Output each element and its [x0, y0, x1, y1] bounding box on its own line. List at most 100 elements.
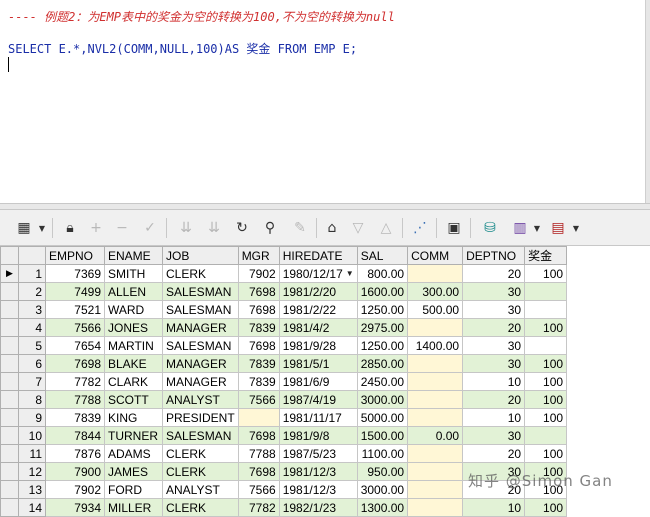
cell-comm[interactable] [407, 444, 464, 463]
filter-up-icon[interactable]: △ [376, 218, 396, 238]
cell-job[interactable]: CLERK [162, 462, 239, 481]
cell-job[interactable]: SALESMAN [162, 300, 239, 319]
cell-deptno[interactable]: 20 [462, 264, 526, 283]
cell-deptno[interactable]: 30 [462, 282, 526, 301]
cell-comm[interactable] [407, 390, 464, 409]
export-icon[interactable]: ⛁ [480, 218, 500, 238]
cell-mgr[interactable]: 7566 [237, 480, 280, 499]
save-icon[interactable]: ▣ [444, 218, 464, 238]
cell-comm[interactable] [407, 372, 464, 391]
cell-empno[interactable]: 7839 [45, 408, 105, 427]
cell-deptno[interactable]: 30 [462, 354, 526, 373]
table-row[interactable]: 9 7839 KING PRESIDENT 1981/11/17 5000.00… [0, 408, 568, 427]
cell-ename[interactable]: MILLER [104, 498, 163, 517]
cell-deptno[interactable]: 30 [462, 300, 526, 319]
cell-comm[interactable]: 500.00 [407, 300, 464, 319]
cell-job[interactable]: MANAGER [162, 372, 239, 391]
result-grid[interactable]: EMPNO ENAME JOB MGR HIREDATE SAL COMM DE… [0, 246, 650, 517]
cell-empno[interactable]: 7876 [45, 444, 105, 463]
cell-mgr[interactable]: 7839 [237, 372, 280, 391]
cell-empno[interactable]: 7844 [45, 426, 105, 445]
sql-editor[interactable]: ---- 例题2：为EMP表中的奖金为空的转换为100,不为空的转换为null … [0, 0, 650, 203]
cell-job[interactable]: CLERK [162, 498, 239, 517]
cell-sal[interactable]: 3000.00 [356, 480, 409, 499]
cell-mgr[interactable]: 7566 [237, 390, 280, 409]
add-record-icon[interactable]: + [86, 218, 106, 238]
cell-mgr[interactable]: 7698 [237, 282, 280, 301]
home-icon[interactable]: ⌂ [322, 218, 342, 238]
column-header-job[interactable]: JOB [162, 246, 239, 265]
cell-empno[interactable]: 7900 [45, 462, 105, 481]
cell-empno[interactable]: 7369 [45, 264, 105, 283]
cell-mgr[interactable]: 7698 [237, 336, 280, 355]
find-icon[interactable]: ⚲ [260, 218, 280, 238]
cell-bonus[interactable]: 100 [524, 390, 568, 409]
table-row[interactable]: 3 7521 WARD SALESMAN 7698 1981/2/22 1250… [0, 300, 568, 319]
cell-job[interactable]: MANAGER [162, 318, 239, 337]
cell-bonus[interactable]: 100 [524, 498, 568, 517]
cell-bonus[interactable]: 100 [524, 444, 568, 463]
cell-hiredate[interactable]: 1981/2/22 [278, 300, 358, 319]
table-row[interactable]: 10 7844 TURNER SALESMAN 7698 1981/9/8 15… [0, 426, 568, 445]
cell-mgr[interactable]: 7839 [237, 354, 280, 373]
cell-hiredate[interactable]: 1987/5/23 [278, 444, 358, 463]
cell-deptno[interactable]: 20 [462, 318, 526, 337]
cell-bonus[interactable] [524, 282, 568, 301]
cell-hiredate[interactable]: 1987/4/19 [278, 390, 358, 409]
cell-ename[interactable]: ALLEN [104, 282, 163, 301]
cell-mgr[interactable]: 7782 [237, 498, 280, 517]
pane-splitter[interactable] [0, 203, 650, 210]
table-row[interactable]: 14 7934 MILLER CLERK 7782 1982/1/23 1300… [0, 498, 568, 517]
lock-icon[interactable]: 🔒︎ [60, 218, 80, 238]
cell-mgr[interactable]: 7788 [237, 444, 280, 463]
table-row[interactable]: ▶ 1 7369 SMITH CLERK 7902 1980/12/17 ▼ 80… [0, 264, 568, 283]
column-header-ename[interactable]: ENAME [104, 246, 163, 265]
column-header-comm[interactable]: COMM [407, 246, 464, 265]
post-edit-icon[interactable]: ✓ [140, 218, 160, 238]
cell-comm[interactable] [407, 318, 464, 337]
clear-icon[interactable]: ✎ [290, 218, 310, 238]
cell-empno[interactable]: 7934 [45, 498, 105, 517]
cell-ename[interactable]: JONES [104, 318, 163, 337]
cell-job[interactable]: CLERK [162, 444, 239, 463]
table-row[interactable]: 5 7654 MARTIN SALESMAN 7698 1981/9/28 12… [0, 336, 568, 355]
cell-hiredate[interactable]: 1981/5/1 [278, 354, 358, 373]
date-dropdown-icon[interactable]: ▼ [346, 269, 354, 278]
cell-hiredate[interactable]: 1981/2/20 [278, 282, 358, 301]
table-row[interactable]: 11 7876 ADAMS CLERK 7788 1987/5/23 1100.… [0, 444, 568, 463]
cell-bonus[interactable]: 100 [524, 264, 568, 283]
cell-bonus[interactable]: 100 [524, 408, 568, 427]
cell-ename[interactable]: SCOTT [104, 390, 163, 409]
cell-sal[interactable]: 1250.00 [356, 300, 409, 319]
cell-comm[interactable]: 300.00 [407, 282, 464, 301]
cell-empno[interactable]: 7788 [45, 390, 105, 409]
cell-job[interactable]: PRESIDENT [162, 408, 239, 427]
cell-ename[interactable]: BLAKE [104, 354, 163, 373]
cell-sal[interactable]: 5000.00 [356, 408, 409, 427]
cell-ename[interactable]: JAMES [104, 462, 163, 481]
cell-hiredate[interactable]: 1981/11/17 [278, 408, 358, 427]
cell-ename[interactable]: ADAMS [104, 444, 163, 463]
cell-sal[interactable]: 1100.00 [356, 444, 409, 463]
cell-ename[interactable]: SMITH [104, 264, 163, 283]
cell-empno[interactable]: 7654 [45, 336, 105, 355]
cell-sal[interactable]: 950.00 [356, 462, 409, 481]
cell-deptno[interactable]: 10 [462, 498, 526, 517]
cell-sal[interactable]: 2975.00 [356, 318, 409, 337]
cell-hiredate[interactable]: 1981/6/9 [278, 372, 358, 391]
cell-mgr[interactable]: 7839 [237, 318, 280, 337]
refresh-icon[interactable]: ↻ [232, 218, 252, 238]
cell-hiredate[interactable]: 1981/4/2 [278, 318, 358, 337]
cell-sal[interactable]: 1250.00 [356, 336, 409, 355]
table-row[interactable]: 4 7566 JONES MANAGER 7839 1981/4/2 2975.… [0, 318, 568, 337]
chart-icon[interactable]: ⋰ [410, 218, 430, 238]
cell-empno[interactable]: 7902 [45, 480, 105, 499]
query-by-example-icon[interactable]: ⇊ [176, 218, 196, 238]
cell-comm[interactable] [407, 408, 464, 427]
cell-comm[interactable] [407, 354, 464, 373]
delete-record-icon[interactable]: − [112, 218, 132, 238]
cell-hiredate[interactable]: 1981/12/3 [278, 480, 358, 499]
filter-down-icon[interactable]: ▽ [348, 218, 368, 238]
cell-ename[interactable]: MARTIN [104, 336, 163, 355]
import-dropdown-icon[interactable]: ▼ [533, 224, 541, 233]
